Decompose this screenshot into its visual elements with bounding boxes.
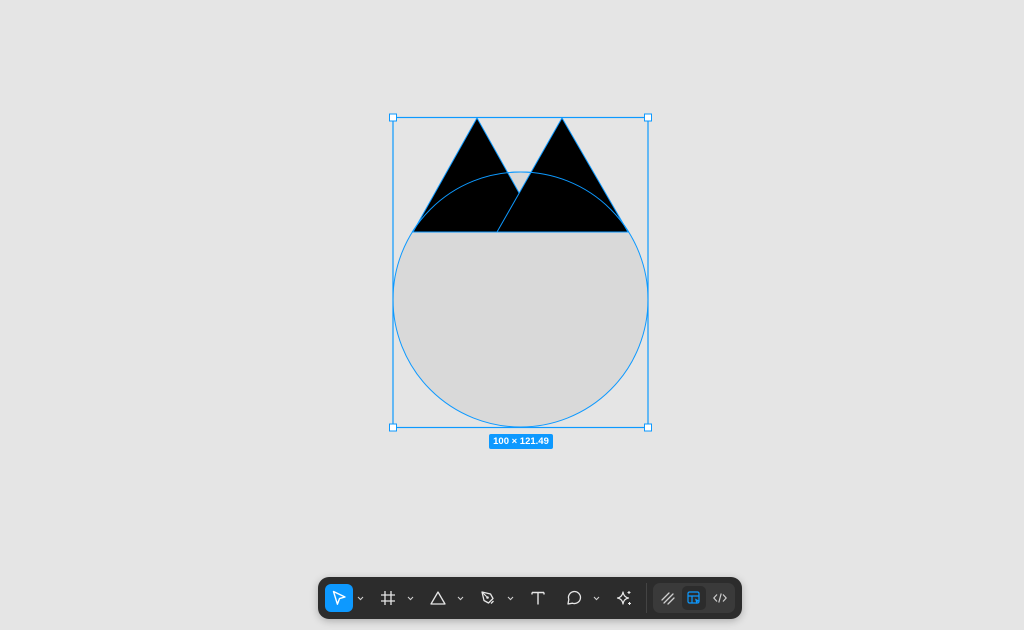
chevron-down-icon [593, 596, 599, 600]
resize-handle-top-right[interactable] [644, 113, 652, 122]
actions-tool-button[interactable] [610, 584, 638, 612]
chevron-down-icon [507, 596, 513, 600]
selection-size-badge: 100 × 121.49 [489, 434, 553, 449]
move-tool-dropdown[interactable] [355, 584, 365, 612]
pen-tool-dropdown[interactable] [505, 584, 515, 612]
frame-tool-button[interactable] [374, 584, 402, 612]
text-t-icon [531, 591, 545, 605]
chevron-down-icon [407, 596, 413, 600]
draw-mode-button[interactable] [656, 586, 680, 610]
chevron-down-icon [357, 596, 363, 600]
canvas-artwork [389, 113, 652, 432]
sparkle-icon [616, 591, 631, 605]
comment-tool-dropdown[interactable] [591, 584, 601, 612]
mode-switcher [653, 583, 735, 613]
bottom-toolbar [318, 577, 742, 619]
move-tool-button[interactable] [325, 584, 353, 612]
resize-handle-bottom-right[interactable] [644, 423, 652, 432]
frame-tool-dropdown[interactable] [405, 584, 415, 612]
resize-handle-top-left[interactable] [389, 113, 397, 122]
text-tool-button[interactable] [524, 584, 552, 612]
chevron-down-icon [457, 596, 463, 600]
shape-tool-dropdown[interactable] [455, 584, 465, 612]
triangle-icon [430, 591, 446, 605]
design-canvas[interactable]: 100 × 121.49 [0, 0, 1024, 630]
pen-tool-button[interactable] [474, 584, 502, 612]
pen-nib-icon [481, 591, 494, 604]
cursor-arrow-icon [332, 590, 346, 605]
draw-brush-icon [661, 592, 675, 605]
code-brackets-icon [713, 593, 727, 603]
design-mode-button[interactable] [682, 586, 706, 610]
comment-bubble-icon [567, 590, 582, 605]
dev-mode-button[interactable] [708, 586, 732, 610]
toolbar-divider [646, 583, 647, 613]
shape-tool-button[interactable] [424, 584, 452, 612]
design-layout-icon [687, 591, 700, 604]
resize-handle-bottom-left[interactable] [389, 423, 397, 432]
frame-hash-icon [381, 591, 395, 605]
comment-tool-button[interactable] [560, 584, 588, 612]
